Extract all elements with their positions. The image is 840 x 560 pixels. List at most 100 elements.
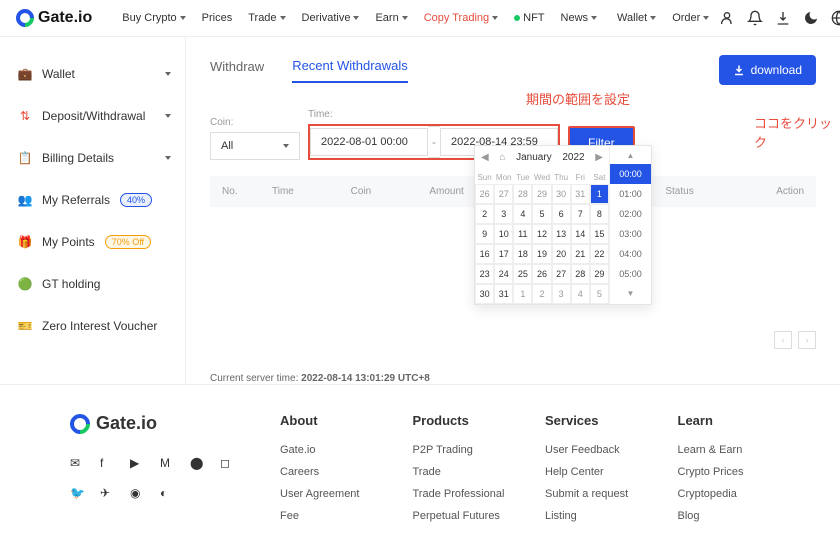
footer-link[interactable]: Perpetual Futures bbox=[413, 510, 506, 522]
cal-month[interactable]: January bbox=[516, 152, 552, 163]
cal-day[interactable]: 4 bbox=[571, 284, 590, 304]
facebook-icon[interactable]: f bbox=[100, 456, 116, 472]
cal-day[interactable]: 17 bbox=[494, 244, 513, 264]
nav-copy-trading[interactable]: Copy Trading bbox=[418, 8, 504, 28]
cal-day[interactable]: 18 bbox=[513, 244, 532, 264]
cal-day[interactable]: 29 bbox=[532, 184, 551, 204]
twitter-icon[interactable]: 🐦 bbox=[70, 486, 86, 502]
sidebar-item-my-points[interactable]: 🎁My Points70% Off bbox=[0, 221, 185, 263]
nav-trade[interactable]: Trade bbox=[242, 8, 291, 28]
cal-day[interactable]: 2 bbox=[475, 204, 494, 224]
footer-link[interactable]: Help Center bbox=[545, 466, 638, 478]
telegram-icon[interactable]: ✈ bbox=[100, 486, 116, 502]
cal-day[interactable]: 23 bbox=[475, 264, 494, 284]
discord-icon[interactable]: ⬤ bbox=[190, 456, 206, 472]
sidebar-item-gt-holding[interactable]: 🟢GT holding bbox=[0, 263, 185, 305]
globe-icon[interactable] bbox=[831, 10, 840, 26]
cal-day[interactable]: 28 bbox=[513, 184, 532, 204]
cal-day[interactable]: 19 bbox=[532, 244, 551, 264]
cal-day[interactable]: 1 bbox=[590, 184, 609, 204]
footer-link[interactable]: P2P Trading bbox=[413, 444, 506, 456]
date-from-input[interactable]: 2022-08-01 00:00 bbox=[310, 128, 428, 156]
cal-day[interactable]: 30 bbox=[552, 184, 571, 204]
medium-icon[interactable]: M bbox=[160, 456, 176, 472]
download-icon[interactable] bbox=[775, 10, 791, 26]
cal-day[interactable]: 27 bbox=[552, 264, 571, 284]
nav-wallet[interactable]: Wallet bbox=[611, 8, 662, 28]
cal-day[interactable]: 26 bbox=[532, 264, 551, 284]
mail-icon[interactable]: ✉ bbox=[70, 456, 86, 472]
cal-day[interactable]: 9 bbox=[475, 224, 494, 244]
footer-link[interactable]: Cryptopedia bbox=[678, 488, 771, 500]
cal-day[interactable]: 5 bbox=[532, 204, 551, 224]
footer-link[interactable]: Trade bbox=[413, 466, 506, 478]
footer-link[interactable]: Learn & Earn bbox=[678, 444, 771, 456]
reddit-icon[interactable]: ◉ bbox=[130, 486, 146, 502]
youtube-icon[interactable]: ▶ bbox=[130, 456, 146, 472]
footer-link[interactable]: Careers bbox=[280, 466, 373, 478]
cal-day[interactable]: 31 bbox=[571, 184, 590, 204]
nav-news[interactable]: News bbox=[555, 8, 604, 28]
cal-day[interactable]: 31 bbox=[494, 284, 513, 304]
sidebar-item-zero-interest-voucher[interactable]: 🎫Zero Interest Voucher bbox=[0, 305, 185, 347]
footer-link[interactable]: Blog bbox=[678, 510, 771, 522]
cal-time-option[interactable]: 03:00 bbox=[610, 224, 651, 244]
footer-link[interactable]: Listing bbox=[545, 510, 638, 522]
footer-link[interactable]: Gate.io bbox=[280, 444, 373, 456]
cal-day[interactable]: 27 bbox=[494, 184, 513, 204]
brand-logo[interactable]: Gate.io bbox=[16, 9, 92, 27]
cal-time-option[interactable]: 00:00 bbox=[610, 164, 651, 184]
nav-earn[interactable]: Earn bbox=[369, 8, 413, 28]
footer-link[interactable]: User Feedback bbox=[545, 444, 638, 456]
cal-day[interactable]: 24 bbox=[494, 264, 513, 284]
cal-day[interactable]: 20 bbox=[552, 244, 571, 264]
footer-link[interactable]: Trade Professional bbox=[413, 488, 506, 500]
instagram-icon[interactable]: ◻ bbox=[220, 456, 236, 472]
cal-day[interactable]: 3 bbox=[552, 284, 571, 304]
cal-home-icon[interactable]: ⌂ bbox=[499, 152, 505, 163]
footer-link[interactable]: User Agreement bbox=[280, 488, 373, 500]
sidebar-item-wallet[interactable]: 💼Wallet bbox=[0, 53, 185, 95]
footer-link[interactable]: Fee bbox=[280, 510, 373, 522]
cal-day[interactable]: 22 bbox=[590, 244, 609, 264]
nav-nft[interactable]: NFT bbox=[508, 8, 550, 28]
nav-prices[interactable]: Prices bbox=[196, 8, 239, 28]
sidebar-item-deposit-withdrawal[interactable]: ⇅Deposit/Withdrawal bbox=[0, 95, 185, 137]
cal-day[interactable]: 16 bbox=[475, 244, 494, 264]
cal-day[interactable]: 14 bbox=[571, 224, 590, 244]
weibo-icon[interactable]: ◐ bbox=[160, 486, 176, 502]
cal-day[interactable]: 30 bbox=[475, 284, 494, 304]
pager-prev[interactable]: ‹ bbox=[774, 331, 792, 349]
cal-next-icon[interactable]: ▶ bbox=[595, 152, 603, 163]
moon-icon[interactable] bbox=[803, 10, 819, 26]
cal-day[interactable]: 15 bbox=[590, 224, 609, 244]
cal-day[interactable]: 10 bbox=[494, 224, 513, 244]
cal-day[interactable]: 7 bbox=[571, 204, 590, 224]
cal-time-up-icon[interactable]: ▲ bbox=[610, 146, 651, 164]
footer-link[interactable]: Submit a request bbox=[545, 488, 638, 500]
sidebar-item-my-referrals[interactable]: 👥My Referrals40% bbox=[0, 179, 185, 221]
footer-link[interactable]: Crypto Prices bbox=[678, 466, 771, 478]
user-icon[interactable] bbox=[719, 10, 735, 26]
cal-day[interactable]: 25 bbox=[513, 264, 532, 284]
nav-order[interactable]: Order bbox=[666, 8, 715, 28]
apps-icon[interactable] bbox=[104, 11, 106, 25]
cal-time-option[interactable]: 04:00 bbox=[610, 244, 651, 264]
sidebar-item-billing-details[interactable]: 📋Billing Details bbox=[0, 137, 185, 179]
cal-day[interactable]: 11 bbox=[513, 224, 532, 244]
cal-day[interactable]: 3 bbox=[494, 204, 513, 224]
footer-logo[interactable]: Gate.io bbox=[70, 413, 240, 434]
cal-year[interactable]: 2022 bbox=[562, 152, 584, 163]
nav-buy-crypto[interactable]: Buy Crypto bbox=[116, 8, 191, 28]
cal-time-option[interactable]: 05:00 bbox=[610, 264, 651, 284]
cal-day[interactable]: 13 bbox=[552, 224, 571, 244]
cal-prev-icon[interactable]: ◀ bbox=[481, 152, 489, 163]
cal-day[interactable]: 8 bbox=[590, 204, 609, 224]
cal-day[interactable]: 4 bbox=[513, 204, 532, 224]
bell-icon[interactable] bbox=[747, 10, 763, 26]
cal-day[interactable]: 5 bbox=[590, 284, 609, 304]
cal-time-down-icon[interactable]: ▼ bbox=[610, 284, 651, 302]
cal-day[interactable]: 28 bbox=[571, 264, 590, 284]
coin-select[interactable]: All bbox=[210, 132, 300, 160]
cal-day[interactable]: 6 bbox=[552, 204, 571, 224]
